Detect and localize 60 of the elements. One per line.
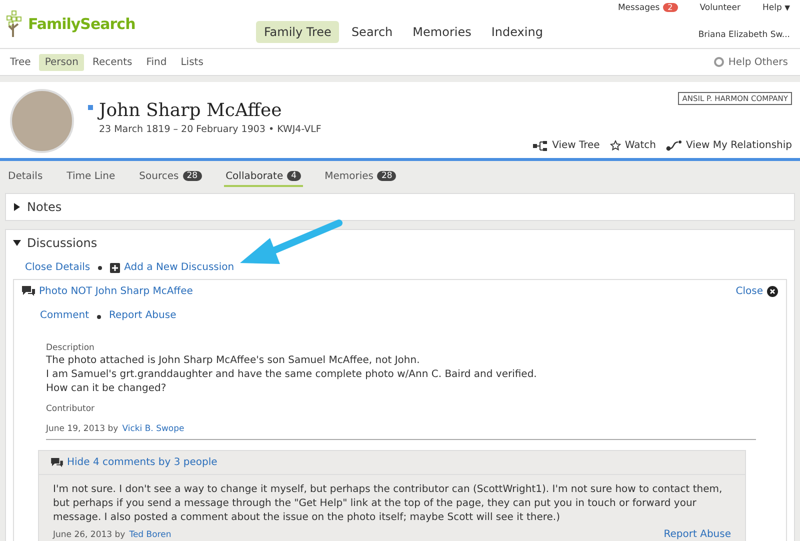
person-name: John Sharp McAffee — [99, 100, 283, 121]
discussion-action-link[interactable]: Report Abuse — [109, 310, 176, 321]
top-link[interactable]: Messages 2 — [618, 3, 678, 13]
author-link[interactable]: Vicki B. Swope — [122, 424, 184, 434]
message-count-badge: 2 — [662, 3, 678, 12]
sub-nav-tab[interactable]: Lists — [174, 54, 210, 70]
comment-text: I'm not sure. I don't see a way to change it myself, but perhaps the contributor can (ScottWright1). I'm not sure how to contact them, but perhaps if you send a message through the "Get Help" link at the top of the page, they can put you in touch or forward your message. I also posted a comment about the issue on the photo itself; maybe Scott will see it there.) — [52, 483, 724, 525]
nav-tab[interactable]: Indexing — [483, 21, 551, 43]
user-name[interactable]: Briana Elizabeth Sw... — [698, 30, 790, 40]
description-line: The photo attached is John Sharp McAffee's son Samuel McAffee, not John. — [46, 354, 421, 368]
discussion-title-link[interactable]: Photo NOT John Sharp McAffee — [39, 286, 193, 297]
description-line: I am Samuel's grt.granddaughter and have the same complete photo w/Ann C. Baird and verified. — [46, 368, 538, 382]
profile-tab[interactable]: Time Line — [64, 171, 118, 185]
close-details-link[interactable]: Close Details — [25, 262, 90, 273]
report-abuse-link[interactable]: Report Abuse — [664, 529, 731, 540]
person-dates: 23 March 1819 – 20 February 1903 • KWJ4-VLF — [99, 124, 322, 135]
gender-square-icon — [88, 105, 93, 110]
help-others-link[interactable]: Help Others — [728, 56, 788, 68]
separator-dot — [97, 315, 101, 319]
nav-tab[interactable]: Family Tree — [256, 21, 340, 43]
profile-tab[interactable]: Memories 28 — [322, 171, 398, 185]
count-badge: 28 — [182, 171, 202, 181]
field-label: Contributor — [46, 404, 96, 414]
description-line: How can it be changed? — [46, 382, 168, 396]
count-badge: 4 — [287, 171, 301, 181]
collapsed-triangle-icon[interactable] — [13, 203, 21, 211]
expanded-triangle-icon[interactable] — [13, 239, 21, 247]
discussion-action-link[interactable]: Comment — [40, 310, 89, 321]
post-date: June 19, 2013 by — [46, 424, 118, 434]
close-link[interactable]: Close — [736, 286, 763, 297]
tree-icon — [533, 140, 548, 150]
hide-comments-link[interactable]: Hide 4 comments by 3 people — [67, 457, 218, 468]
action-link[interactable]: Watch — [624, 140, 656, 151]
separator-dot — [98, 266, 102, 270]
relationship-icon — [666, 140, 682, 151]
speech-bubbles-icon — [22, 286, 35, 297]
speech-bubbles-icon — [51, 458, 63, 468]
comment-date: June 26, 2013 by — [53, 530, 126, 540]
sub-nav-tab[interactable]: Person — [38, 54, 84, 70]
author-link[interactable]: Ted Boren — [129, 530, 172, 540]
field-label: Description — [46, 343, 96, 353]
add-discussion-link[interactable]: Add a New Discussion — [124, 262, 234, 273]
star-icon — [610, 140, 621, 151]
sub-nav-tab[interactable]: Recents — [86, 54, 138, 70]
action-link[interactable]: View Tree — [552, 140, 600, 151]
action-link[interactable]: View My Relationship — [686, 140, 792, 151]
profile-tab[interactable]: Details — [6, 171, 45, 185]
sub-nav-tab[interactable]: Tree — [4, 54, 37, 70]
lifebuoy-icon — [714, 57, 724, 67]
section-title[interactable]: Notes — [27, 200, 62, 214]
count-badge: 28 — [377, 171, 396, 181]
nav-tab[interactable]: Search — [343, 21, 401, 43]
sub-nav-tab[interactable]: Find — [140, 54, 173, 70]
nav-tab[interactable]: Memories — [404, 21, 480, 43]
top-link[interactable]: Volunteer — [700, 3, 741, 13]
plus-square-icon — [110, 262, 120, 272]
close-icon[interactable] — [767, 286, 778, 297]
profile-tab[interactable]: Sources 28 — [137, 171, 204, 185]
profile-tab[interactable]: Collaborate 4 — [224, 171, 303, 187]
section-title[interactable]: Discussions — [27, 236, 98, 250]
